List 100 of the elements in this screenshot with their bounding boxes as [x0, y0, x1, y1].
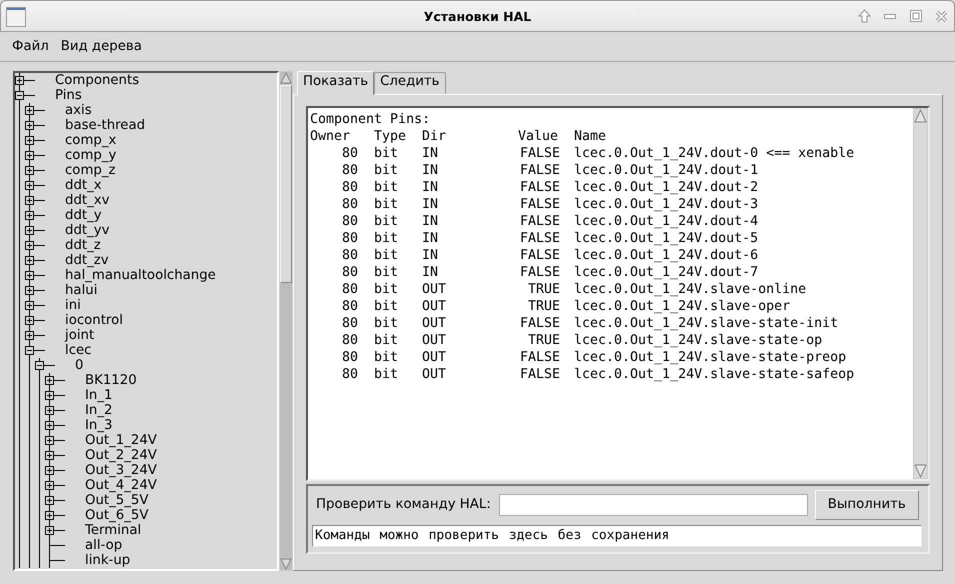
table-cell-text: bit — [374, 247, 400, 264]
table-cell-text: OUT — [422, 349, 448, 366]
table-cell-text: OUT — [422, 281, 448, 298]
expand-icon[interactable] — [45, 511, 54, 520]
expand-icon[interactable] — [25, 151, 34, 160]
tree-item[interactable]: ddt_yv — [45, 223, 110, 238]
expand-icon[interactable] — [25, 211, 34, 220]
expand-icon[interactable] — [25, 271, 34, 280]
tree-item[interactable]: all-op — [65, 538, 122, 553]
tree-item[interactable]: Pins — [35, 88, 82, 103]
scrollbar[interactable] — [279, 71, 293, 571]
tree-item[interactable]: comp_y — [45, 148, 116, 163]
menu-item[interactable]: Вид дерева — [54, 38, 148, 54]
expand-icon[interactable] — [25, 316, 34, 325]
expand-icon[interactable] — [25, 286, 34, 295]
table-cell-text: bit — [374, 264, 400, 281]
expand-icon[interactable] — [25, 166, 34, 175]
scroll-up-icon[interactable] — [914, 109, 927, 123]
tree-item[interactable]: ddt_zv — [45, 253, 109, 268]
tree-item[interactable]: ini — [45, 298, 81, 313]
expand-icon[interactable] — [25, 136, 34, 145]
tab[interactable]: Следить — [374, 72, 446, 94]
window-title: Установки HAL — [424, 8, 532, 24]
tree-item[interactable]: Out_4_24V — [65, 478, 157, 493]
tree-item[interactable]: hal_manualtoolchange — [45, 268, 216, 283]
table-cell-text: IN — [422, 145, 440, 162]
table-cell: lcec.0.Out_1_24V.dout-0 <== xenable — [574, 145, 854, 162]
expand-icon[interactable] — [45, 481, 54, 490]
expand-icon[interactable] — [45, 376, 54, 385]
minimize-icon[interactable] — [884, 14, 896, 18]
expand-icon[interactable] — [45, 526, 54, 535]
tree-item[interactable]: Components — [35, 73, 140, 88]
tree-item[interactable]: comp_x — [45, 133, 116, 148]
tree-item[interactable]: lcec — [45, 343, 92, 358]
expand-icon[interactable] — [45, 406, 54, 415]
expand-icon[interactable] — [25, 241, 34, 250]
table-cell: lcec.0.Out_1_24V.dout-5 — [574, 230, 758, 247]
up-arrow-icon[interactable] — [858, 9, 872, 23]
table-cell-text: FALSE — [518, 366, 560, 383]
table-cell-text: FALSE — [518, 349, 560, 366]
table-cell-text: IN — [422, 264, 440, 281]
tree-item[interactable]: Out_5_5V — [65, 493, 148, 508]
expand-icon[interactable] — [45, 466, 54, 475]
column-header: Value — [518, 128, 560, 145]
collapse-icon[interactable] — [15, 91, 24, 100]
scrollbar[interactable] — [913, 108, 928, 479]
maximize-icon[interactable] — [910, 10, 922, 22]
tree-item[interactable]: In_1 — [65, 388, 112, 403]
window-icon[interactable] — [6, 7, 26, 27]
tree-item[interactable]: ddt_x — [45, 178, 102, 193]
expand-icon[interactable] — [25, 106, 34, 115]
tree-item[interactable]: link-up — [65, 553, 130, 568]
expand-icon[interactable] — [25, 121, 34, 130]
tree-item[interactable]: 0 — [55, 358, 84, 373]
table-cell-text: bit — [374, 315, 400, 332]
table-cell-text: bit — [374, 349, 400, 366]
expand-icon[interactable] — [25, 256, 34, 265]
tree-item[interactable]: Out_2_24V — [65, 448, 157, 463]
scroll-down-icon[interactable] — [914, 464, 927, 478]
tree-item[interactable]: ddt_xv — [45, 193, 110, 208]
tree-item[interactable]: ddt_y — [45, 208, 102, 223]
table-cell-text: 80 — [340, 281, 358, 298]
command-input-field[interactable] — [498, 494, 808, 516]
table-cell: lcec.0.Out_1_24V.dout-3 — [574, 196, 758, 213]
tree-item[interactable]: Out_1_24V — [65, 433, 157, 448]
expand-icon[interactable] — [45, 451, 54, 460]
tree-item[interactable]: Out_6_5V — [65, 508, 148, 523]
expand-icon[interactable] — [25, 226, 34, 235]
expand-icon[interactable] — [25, 196, 34, 205]
expand-icon[interactable] — [15, 76, 24, 85]
expand-icon[interactable] — [45, 436, 54, 445]
close-icon[interactable] — [935, 10, 948, 22]
expand-icon[interactable] — [45, 391, 54, 400]
tree-item[interactable]: In_2 — [65, 403, 112, 418]
expand-icon[interactable] — [25, 181, 34, 190]
execute-button[interactable]: Выполнить — [814, 490, 919, 520]
expand-icon[interactable] — [45, 496, 54, 505]
table-cell: lcec.0.Out_1_24V.dout-1 — [574, 162, 758, 179]
tree-item[interactable]: In_3 — [65, 418, 112, 433]
tree-item[interactable]: joint — [45, 328, 94, 343]
expand-icon[interactable] — [45, 421, 54, 430]
tree-item[interactable]: iocontrol — [45, 313, 123, 328]
tree-item[interactable]: axis — [45, 103, 92, 118]
table-cell-text: 80 — [340, 162, 358, 179]
menu-item[interactable]: Файл — [6, 38, 55, 54]
tree-item[interactable]: ddt_z — [45, 238, 101, 253]
tree-item[interactable]: Terminal — [65, 523, 142, 538]
tree-item[interactable]: BK1120 — [65, 373, 137, 388]
tree-item[interactable]: halui — [45, 283, 98, 298]
table-cell-text: 80 — [340, 366, 358, 383]
tab[interactable]: Показать — [297, 71, 374, 95]
expand-icon[interactable] — [25, 301, 34, 310]
expand-icon[interactable] — [25, 331, 34, 340]
collapse-icon[interactable] — [25, 346, 34, 355]
table-cell-text: OUT — [422, 315, 448, 332]
collapse-icon[interactable] — [35, 361, 44, 370]
tree-item[interactable]: base-thread — [45, 118, 146, 133]
tree-item[interactable]: Out_3_24V — [65, 463, 157, 478]
column-header: Owner — [310, 128, 352, 145]
tree-item[interactable]: comp_z — [45, 163, 116, 178]
